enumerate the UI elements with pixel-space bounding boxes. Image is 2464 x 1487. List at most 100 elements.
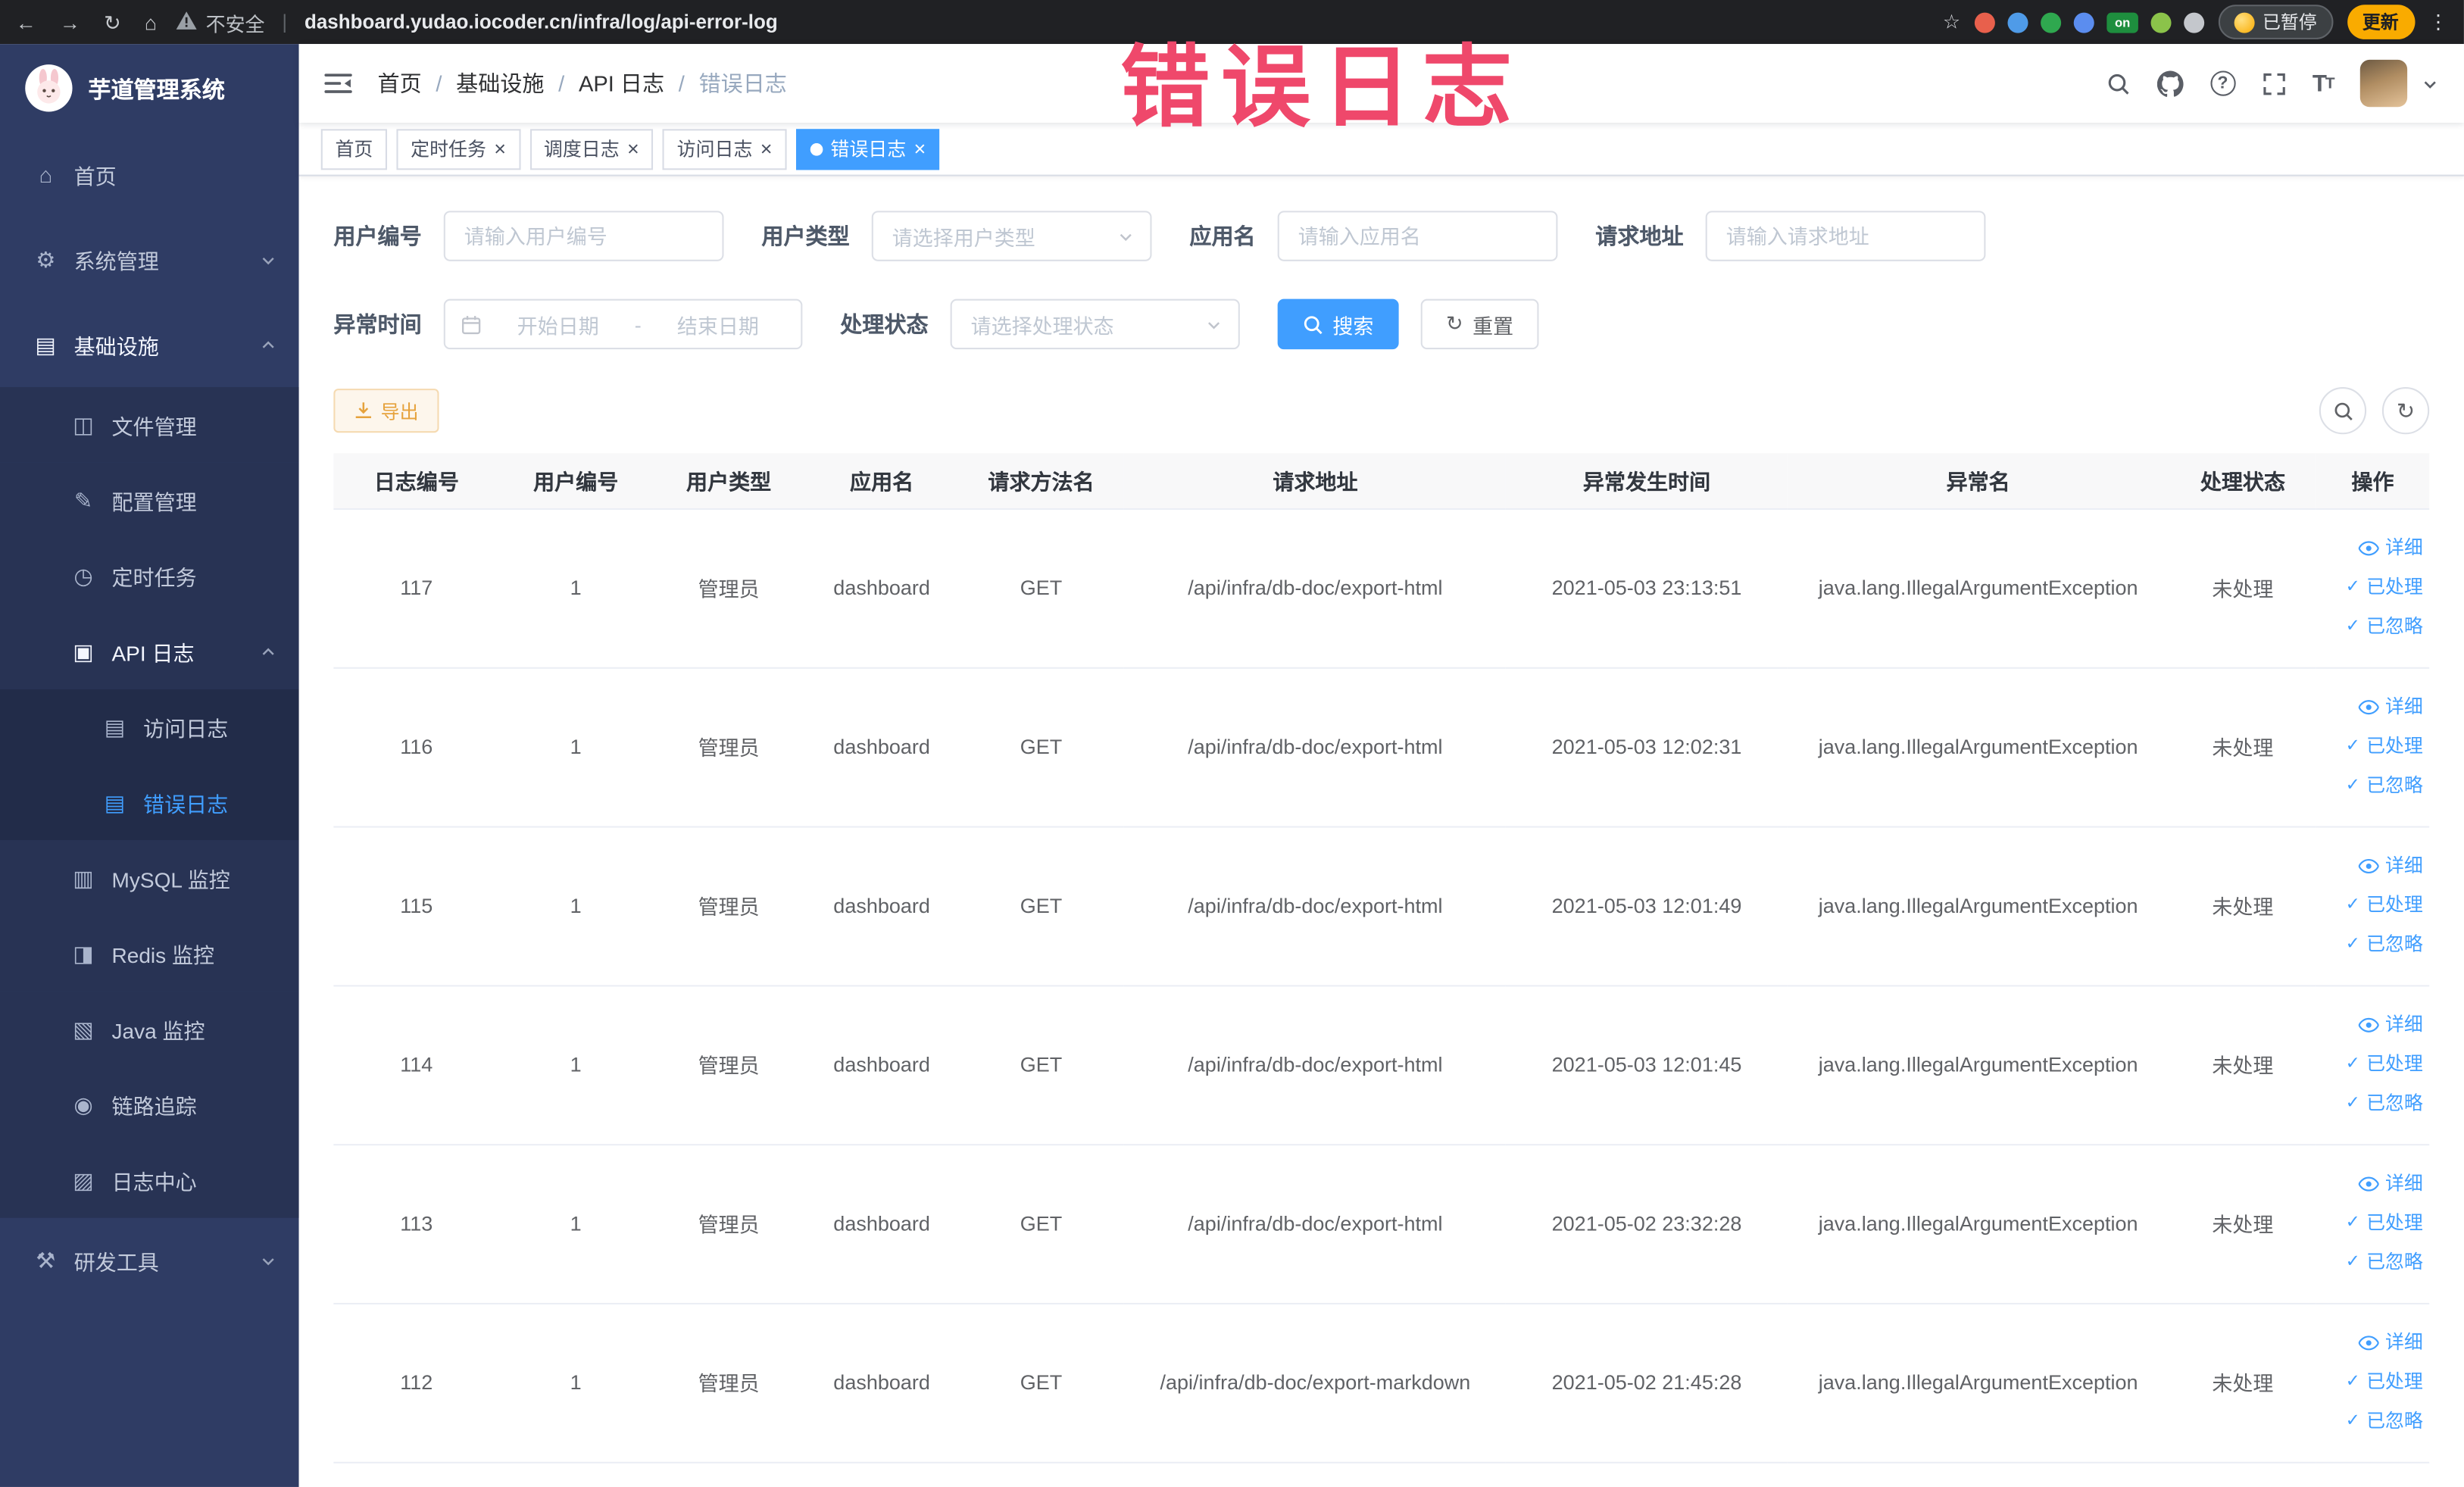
table-row: 113 1 管理员 dashboard GET/api/infra/db-doc/exp…	[333, 1144, 2430, 1304]
search-button[interactable]: 搜索	[1277, 298, 1399, 350]
search-icon[interactable]	[2106, 72, 2130, 95]
tab-schedule-log[interactable]: 调度日志 ×	[529, 128, 654, 170]
breadcrumb-item[interactable]: 首页	[378, 67, 422, 99]
exception-time-range-picker[interactable]: 开始日期 - 结束日期	[443, 298, 803, 350]
sidebar-item-api-log[interactable]: ▣ API 日志	[0, 614, 299, 689]
row-action-detail[interactable]: 详细	[2316, 1323, 2423, 1363]
row-action-mark-ignored[interactable]: ✓ 已忽略	[2316, 925, 2423, 964]
export-button[interactable]: 导出	[333, 389, 439, 433]
row-action-mark-ignored[interactable]: ✓ 已忽略	[2316, 767, 2423, 806]
row-action-detail[interactable]: 详细	[2316, 1005, 2423, 1045]
address-bar[interactable]: 不安全 | dashboard.yudao.iocoder.cn/infra/l…	[176, 7, 1927, 36]
sidebar-item-system-management[interactable]: ⚙ 系统管理	[0, 217, 299, 302]
close-icon[interactable]: ×	[760, 139, 773, 159]
extension-icon-1[interactable]	[1974, 11, 1995, 33]
refresh-table-button[interactable]: ↻	[2381, 386, 2430, 435]
sidebar-item-trace[interactable]: ◉ 链路追踪	[0, 1067, 299, 1143]
row-action-detail[interactable]: 详细	[2316, 529, 2423, 568]
tab-access-log[interactable]: 访问日志 ×	[662, 128, 787, 170]
extension-icon-4[interactable]	[2073, 11, 2094, 33]
sidebar-item-log-center[interactable]: ▨ 日志中心	[0, 1142, 299, 1218]
sidebar-item-scheduled-tasks[interactable]: ◷ 定时任务	[0, 538, 299, 614]
request-url-input[interactable]	[1705, 211, 1986, 261]
extension-icon-7[interactable]	[2184, 11, 2205, 33]
sidebar-item-dev-tools[interactable]: ⚒ 研发工具	[0, 1218, 299, 1303]
user-type-select[interactable]: 请选择用户类型	[871, 211, 1152, 261]
row-action-detail[interactable]: 详细	[2316, 847, 2423, 886]
tab-label: 首页	[335, 138, 373, 161]
extension-icon-2[interactable]	[2007, 11, 2028, 33]
extension-icon-3[interactable]	[2041, 11, 2062, 33]
row-action-mark-processed[interactable]: ✓ 已处理	[2316, 1363, 2423, 1402]
check-icon: ✓	[2345, 1213, 2360, 1232]
sidebar-item-infrastructure[interactable]: ▤ 基础设施	[0, 302, 299, 387]
infrastructure-icon: ▤	[35, 331, 56, 357]
row-action-mark-processed[interactable]: ✓ 已处理	[2316, 568, 2423, 608]
extension-icon-on[interactable]: on	[2106, 11, 2138, 33]
cell-method: GET	[958, 1302, 1124, 1463]
user-id-input[interactable]	[443, 211, 724, 261]
row-action-mark-processed[interactable]: ✓ 已处理	[2316, 1204, 2423, 1243]
update-button[interactable]: 更新	[2347, 5, 2415, 39]
tab-scheduled-tasks[interactable]: 定时任务 ×	[396, 128, 520, 170]
browser-back-icon[interactable]: ←	[16, 12, 36, 33]
eye-icon	[2358, 1176, 2379, 1193]
fullscreen-icon[interactable]	[2262, 72, 2285, 95]
sidebar-item-label: 访问日志	[143, 717, 229, 742]
tab-error-log[interactable]: 错误日志 ×	[795, 128, 941, 170]
breadcrumb-item[interactable]: API 日志	[579, 67, 664, 99]
close-icon[interactable]: ×	[914, 139, 926, 159]
cell-actions: 详细 ✓ 已处理 ✓ 已忽略	[2316, 1302, 2430, 1463]
cell-actions: 详细 ✓ 已处理 ✓ 已忽略	[2316, 508, 2430, 668]
help-icon[interactable]: ?	[2209, 70, 2236, 96]
app-name-input[interactable]	[1277, 211, 1558, 261]
avatar[interactable]	[2359, 59, 2408, 108]
search-toggle-button[interactable]	[2319, 386, 2367, 435]
sidebar-item-mysql-monitor[interactable]: ▥ MySQL 监控	[0, 840, 299, 916]
file-icon: ◫	[73, 411, 94, 437]
hamburger-icon[interactable]	[324, 73, 352, 95]
extension-icon-6[interactable]	[2150, 11, 2172, 33]
chevron-down-icon[interactable]	[2422, 75, 2439, 92]
row-action-detail[interactable]: 详细	[2316, 688, 2423, 727]
sidebar-item-label: 错误日志	[143, 792, 229, 817]
github-icon[interactable]	[2156, 70, 2183, 96]
tab-home[interactable]: 首页	[320, 128, 388, 170]
row-action-mark-ignored[interactable]: ✓ 已忽略	[2316, 1084, 2423, 1123]
sidebar-item-file-management[interactable]: ◫ 文件管理	[0, 386, 299, 463]
bookmark-star-icon[interactable]: ☆	[1943, 12, 1960, 32]
sidebar-item-error-log[interactable]: ▤ 错误日志	[0, 764, 299, 841]
not-secure-warning-icon	[176, 11, 197, 33]
row-action-mark-ignored[interactable]: ✓ 已忽略	[2316, 1243, 2423, 1282]
reset-button-label: 重置	[1472, 314, 1514, 338]
browser-nav-icons: ← → ↻ ⌂	[16, 12, 157, 33]
sidebar-item-access-log[interactable]: ▤ 访问日志	[0, 689, 299, 765]
row-action-detail[interactable]: 详细	[2316, 1164, 2423, 1204]
row-action-mark-ignored[interactable]: ✓ 已忽略	[2316, 608, 2423, 647]
process-status-select[interactable]: 请选择处理状态	[950, 298, 1240, 350]
reset-button[interactable]: ↻ 重置	[1420, 298, 1539, 350]
sidebar-item-redis-monitor[interactable]: ◨ Redis 监控	[0, 915, 299, 992]
cell-log-id: 112	[333, 1302, 500, 1463]
breadcrumb-item[interactable]: 基础设施	[456, 67, 544, 99]
close-icon[interactable]: ×	[627, 139, 639, 159]
browser-menu-icon[interactable]: ⋮	[2428, 12, 2448, 32]
row-action-mark-processed[interactable]: ✓ 已处理	[2316, 727, 2423, 767]
row-action-mark-ignored[interactable]: ✓ 已忽略	[2316, 1402, 2423, 1442]
paused-badge[interactable]: 已暂停	[2218, 5, 2333, 39]
browser-forward-icon[interactable]: →	[60, 12, 80, 33]
browser-home-icon[interactable]: ⌂	[145, 12, 157, 33]
sidebar-item-home[interactable]: ⌂ 首页	[0, 132, 299, 217]
browser-refresh-icon[interactable]: ↻	[104, 12, 121, 33]
sidebar-item-config-management[interactable]: ✎ 配置管理	[0, 462, 299, 539]
font-size-icon[interactable]: TT	[2313, 70, 2335, 96]
action-label: 详细	[2385, 695, 2423, 718]
close-icon[interactable]: ×	[494, 139, 506, 159]
api-log-icon: ▣	[73, 638, 94, 664]
breadcrumb-separator: /	[436, 70, 442, 96]
row-action-mark-processed[interactable]: ✓ 已处理	[2316, 886, 2423, 925]
sidebar-item-java-monitor[interactable]: ▧ Java 监控	[0, 991, 299, 1067]
row-action-mark-processed[interactable]: ✓ 已处理	[2316, 1045, 2423, 1084]
logo[interactable]: 芋道管理系统	[0, 44, 299, 132]
action-label: 详细	[2385, 854, 2423, 877]
